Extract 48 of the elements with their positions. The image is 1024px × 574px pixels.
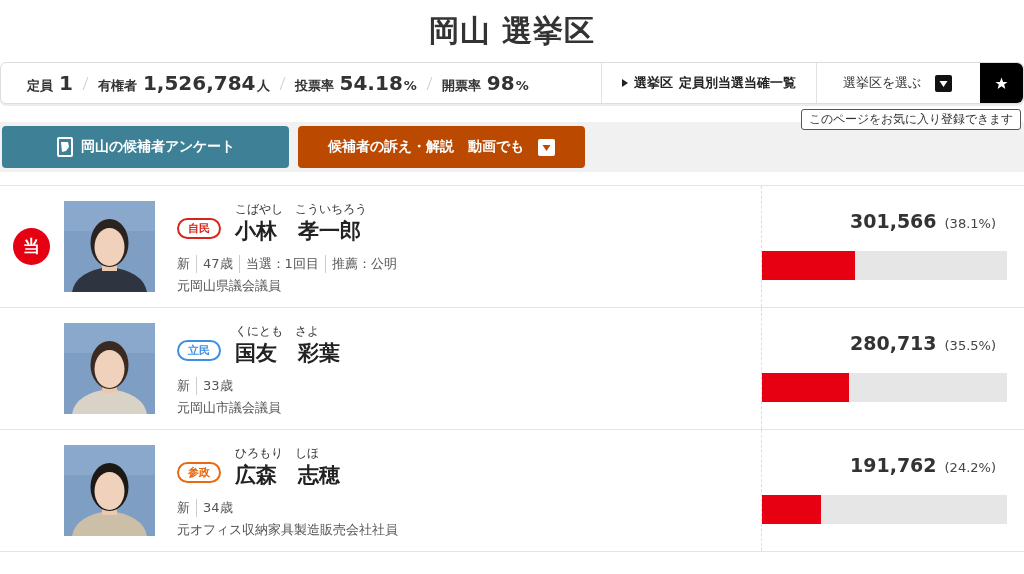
candidate-name: 国友 彩葉	[235, 340, 340, 367]
party-tag: 立民	[177, 340, 221, 361]
stat-value: 54.18	[339, 71, 403, 95]
vote-count: 280,713	[850, 332, 937, 354]
candidate-detail: 34歳	[196, 499, 239, 517]
stat-value: 1	[59, 71, 73, 95]
candidate-detail: 33歳	[196, 377, 239, 395]
star-icon	[995, 76, 1008, 90]
name-reading: こばやし こういちろう	[235, 201, 367, 218]
tooltip: このページをお気に入り登録できます	[801, 109, 1021, 130]
candidate-name: 小林 孝一郎	[235, 218, 362, 245]
name-reading: ひろもり しほ	[235, 445, 320, 462]
candidate-detail: 新	[177, 377, 191, 395]
candidate-career: 元岡山市議会議員	[177, 399, 282, 417]
candidate-detail: 新	[177, 255, 191, 273]
stat-unit: %	[515, 78, 529, 93]
document-icon	[56, 137, 73, 157]
party-tag: 自民	[177, 218, 221, 239]
caret-icon	[935, 74, 952, 92]
triangle-icon	[622, 79, 628, 87]
stat-label: 有権者	[97, 77, 137, 95]
name-reading: くにとも さよ	[235, 323, 320, 340]
candidate-detail: 新	[177, 499, 191, 517]
stat-unit: %	[403, 78, 417, 93]
candidate-name: 広森 志穂	[235, 462, 340, 489]
vote-count: 191,762	[850, 454, 937, 476]
vote-share: (35.5%)	[944, 338, 996, 353]
caret-icon	[538, 138, 555, 156]
vote-count: 301,566	[850, 210, 937, 232]
stat-label: 投票率	[294, 77, 334, 95]
vote-share: (24.2%)	[944, 460, 996, 475]
stat-label: 開票率	[441, 77, 481, 95]
party-tag: 参政	[177, 462, 221, 483]
stat-label: 定員	[27, 77, 53, 95]
survey-button[interactable]: 岡山の候補者アンケート	[2, 126, 289, 168]
stat-value: 98	[486, 71, 515, 95]
stat-value: 1,526,784	[142, 71, 256, 95]
favorite-button[interactable]	[980, 63, 1023, 103]
candidate-career: 元岡山県議会議員	[177, 277, 282, 295]
vote-share: (38.1%)	[944, 216, 996, 231]
candidate-detail: 当選：1回目	[238, 255, 325, 273]
candidate-detail: 推薦：公明	[324, 255, 403, 273]
candidate-career: 元オフィス収納家具製造販売会社社員	[177, 521, 398, 539]
candidate-detail: 47歳	[196, 255, 239, 273]
video-button[interactable]: 候補者の訴え・解説 動画でも	[298, 126, 585, 168]
elected-mark: 当	[12, 228, 50, 265]
page-title: 岡山 選挙区	[427, 11, 597, 50]
stat-unit: 人	[256, 77, 270, 95]
